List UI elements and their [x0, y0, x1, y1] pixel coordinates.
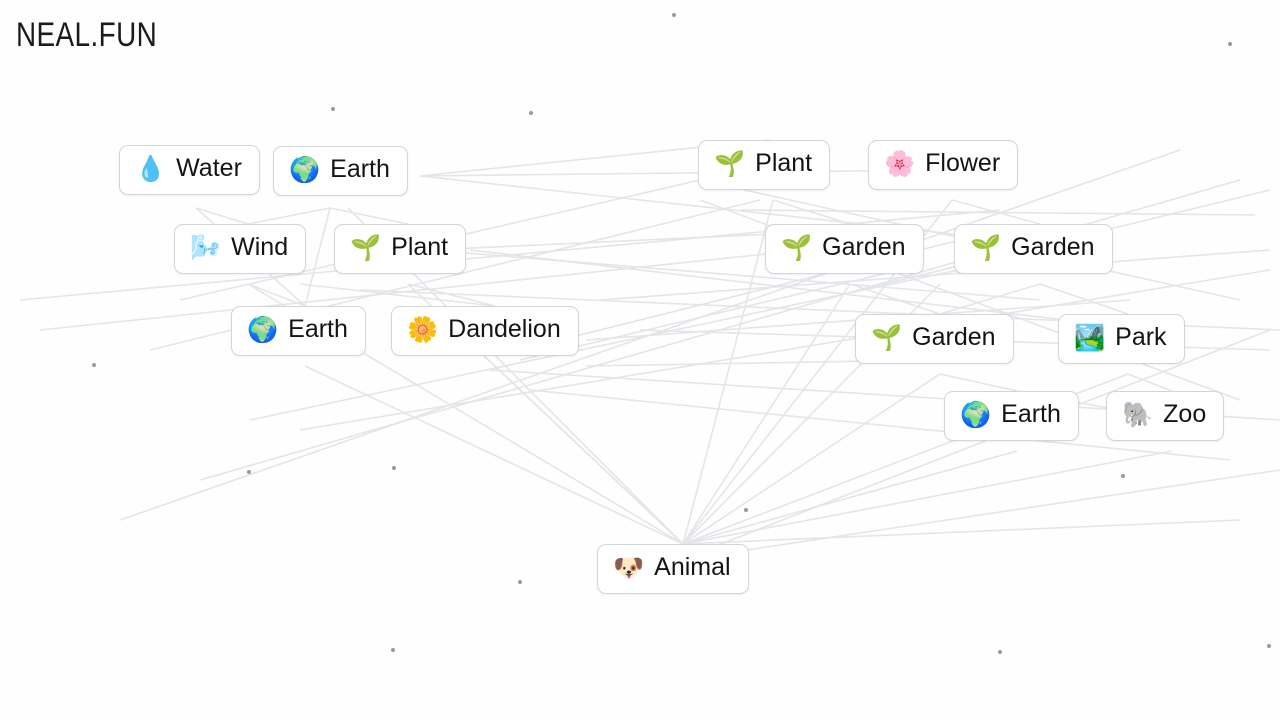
connection-line [679, 329, 1271, 561]
element-card-label: Plant [755, 149, 813, 177]
elephant-icon: 🐘 [1122, 400, 1154, 430]
connection-line [849, 283, 941, 315]
connection-line [195, 207, 249, 225]
element-card-label: Plant [391, 233, 449, 261]
connection-line [682, 283, 851, 545]
background-dot [518, 580, 522, 584]
connection-line [299, 283, 496, 307]
element-card-label: Zoo [1163, 400, 1207, 428]
connection-line [304, 207, 331, 307]
element-card-label: Dandelion [448, 315, 561, 343]
element-card-water[interactable]: 💧 Water [119, 145, 260, 195]
element-card-label: Animal [654, 553, 731, 581]
element-card-plant-1[interactable]: 🌱 Plant [334, 224, 467, 274]
national-park-icon: 🏞️ [1074, 323, 1106, 353]
element-card-label: Earth [330, 155, 390, 183]
earth-globe-icon: 🌍 [289, 155, 321, 185]
connection-line [682, 450, 1018, 545]
seedling-icon: 🌱 [714, 149, 746, 179]
connection-line [419, 169, 941, 177]
seedling-icon: 🌱 [871, 323, 903, 353]
element-card-earth-1[interactable]: 🌍 Earth [273, 146, 408, 196]
seedling-icon: 🌱 [970, 233, 1002, 263]
background-dot [391, 648, 395, 652]
connection-line [329, 207, 409, 225]
element-card-label: Garden [1011, 233, 1095, 261]
element-card-dandelion[interactable]: 🌼 Dandelion [391, 306, 579, 356]
connection-line [304, 365, 684, 545]
element-card-garden-1[interactable]: 🌱 Garden [765, 224, 924, 274]
earth-globe-icon: 🌍 [960, 400, 992, 430]
background-dot [529, 111, 533, 115]
element-card-label: Water [176, 154, 242, 182]
connection-line [739, 209, 1256, 216]
element-card-flower[interactable]: 🌸 Flower [868, 140, 1019, 190]
dog-face-icon: 🐶 [613, 553, 645, 583]
connection-line [429, 249, 1041, 301]
neal-fun-logo[interactable]: NEAL.FUN [16, 16, 157, 55]
connection-line [772, 199, 851, 225]
background-dot [1228, 42, 1232, 46]
connection-line [247, 207, 331, 225]
element-card-garden-2[interactable]: 🌱 Garden [954, 224, 1113, 274]
background-dot [331, 107, 335, 111]
element-card-label: Earth [1001, 400, 1061, 428]
element-card-label: Flower [925, 149, 1001, 177]
element-card-wind[interactable]: 🌬️ Wind [174, 224, 307, 274]
wind-face-icon: 🌬️ [190, 233, 222, 263]
seedling-icon: 🌱 [781, 233, 813, 263]
element-card-zoo[interactable]: 🐘 Zoo [1106, 391, 1225, 441]
connection-line [939, 373, 1018, 392]
element-card-label: Garden [912, 323, 996, 351]
connection-line [682, 199, 774, 545]
element-card-label: Garden [822, 233, 906, 261]
element-card-earth-2[interactable]: 🌍 Earth [231, 306, 366, 356]
element-card-plant-2[interactable]: 🌱 Plant [698, 140, 831, 190]
background-dot [247, 470, 251, 474]
connection-line [599, 249, 1271, 301]
background-dot [392, 466, 396, 470]
connection-line [939, 283, 1041, 315]
connection-line [247, 283, 306, 307]
connection-line [679, 469, 1280, 561]
background-dot [998, 650, 1002, 654]
connection-line [494, 365, 684, 545]
element-card-label: Park [1115, 323, 1167, 351]
element-card-park[interactable]: 🏞️ Park [1058, 314, 1185, 364]
element-card-label: Wind [231, 233, 289, 261]
background-dot [1267, 644, 1271, 648]
seedling-icon: 🌱 [350, 233, 382, 263]
connection-line [951, 199, 1041, 225]
blossom-icon: 🌼 [407, 315, 439, 345]
background-dot [1121, 474, 1125, 478]
connection-line [682, 519, 1241, 545]
connection-line [682, 450, 1173, 545]
connection-line [1039, 283, 1129, 315]
background-dot [92, 363, 96, 367]
element-card-garden-3[interactable]: 🌱 Garden [855, 314, 1014, 364]
cherry-blossom-icon: 🌸 [884, 149, 916, 179]
element-card-animal[interactable]: 🐶 Animal [597, 544, 749, 594]
earth-globe-icon: 🌍 [247, 315, 279, 345]
connection-line [407, 283, 496, 307]
water-drop-icon: 💧 [135, 154, 167, 184]
connection-line [1127, 373, 1173, 392]
infinite-craft-canvas[interactable]: NEAL.FUN 💧 Water 🌍 Earth 🌬️ Wind 🌱 Plant 🌍 Earth 🌼… [0, 0, 1280, 720]
background-dot [744, 508, 748, 512]
element-card-earth-3[interactable]: 🌍 Earth [944, 391, 1079, 441]
connection-line [682, 373, 941, 545]
element-card-label: Earth [288, 315, 348, 343]
background-dot [672, 13, 676, 17]
